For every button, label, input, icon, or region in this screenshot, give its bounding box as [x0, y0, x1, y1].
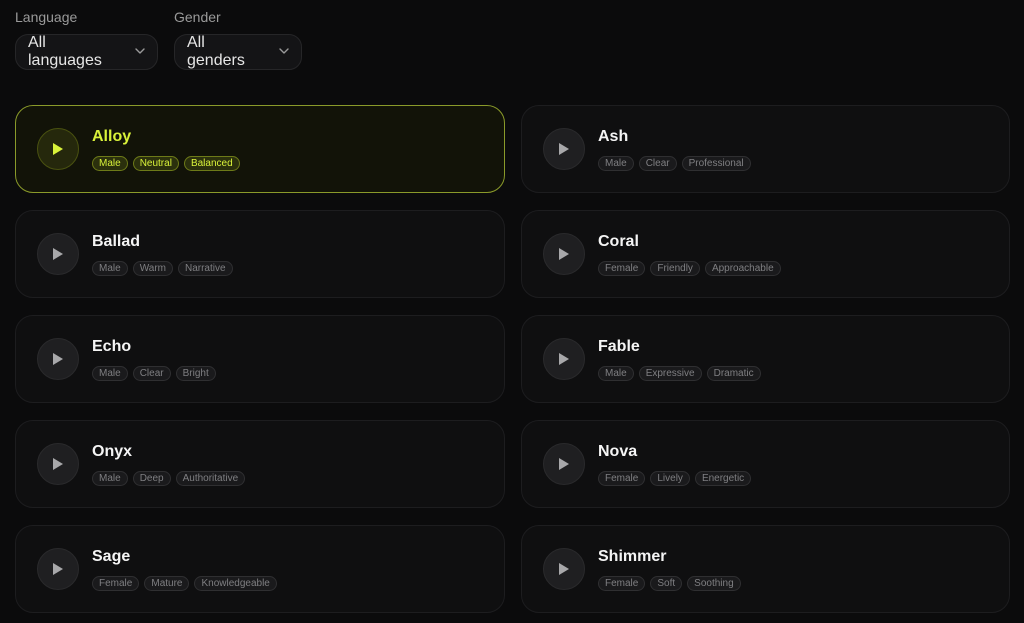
voice-tag: Expressive	[638, 366, 702, 381]
voice-name: Ballad	[92, 233, 141, 250]
voice-tag: Soft	[650, 576, 683, 591]
voice-tags: Female Lively Energetic	[598, 471, 752, 486]
play-icon	[559, 143, 569, 155]
voice-tag: Female	[598, 471, 646, 486]
chevron-down-icon	[279, 48, 289, 56]
voice-name: Onyx	[92, 443, 133, 460]
voice-tag: Clear	[132, 366, 171, 381]
play-icon	[559, 563, 569, 575]
voice-card[interactable]: Onyx Male Deep Authoritative	[15, 420, 505, 508]
voice-tags: Female Friendly Approachable	[598, 261, 781, 276]
voice-card[interactable]: Fable Male Expressive Dramatic	[521, 315, 1010, 403]
voice-name: Shimmer	[598, 548, 667, 565]
voice-tags: Male Neutral Balanced	[92, 156, 240, 171]
play-icon	[559, 248, 569, 260]
voice-tag: Clear	[638, 156, 677, 171]
voice-name: Ash	[598, 128, 629, 145]
play-icon	[53, 248, 63, 260]
voice-tags: Male Expressive Dramatic	[598, 366, 761, 381]
play-button[interactable]	[37, 233, 79, 275]
voice-tag: Narrative	[177, 261, 233, 276]
filters-bar: Language All languages Gender All gender…	[15, 8, 302, 70]
voice-card[interactable]: Echo Male Clear Bright	[15, 315, 505, 403]
voice-grid: Alloy Male Neutral Balanced Ash Male Clear Prof…	[15, 105, 1010, 613]
gender-filter: Gender All genders	[174, 8, 302, 70]
voice-tag: Friendly	[650, 261, 700, 276]
voice-tag: Authoritative	[175, 471, 246, 486]
voice-tags: Male Clear Bright	[92, 366, 216, 381]
gender-filter-label: Gender	[174, 9, 221, 25]
voice-tags: Female Soft Soothing	[598, 576, 741, 591]
voice-tag: Male	[598, 366, 634, 381]
voice-tag: Approachable	[704, 261, 781, 276]
play-icon	[53, 458, 63, 470]
voice-tags: Male Clear Professional	[598, 156, 751, 171]
voice-tag: Bright	[175, 366, 216, 381]
voice-tag: Warm	[132, 261, 173, 276]
voice-tag: Knowledgeable	[194, 576, 277, 591]
play-icon	[559, 353, 569, 365]
voice-card[interactable]: Nova Female Lively Energetic	[521, 420, 1010, 508]
voice-tags: Male Warm Narrative	[92, 261, 233, 276]
voice-name: Sage	[92, 548, 131, 565]
voice-tag: Professional	[681, 156, 751, 171]
voice-tag: Lively	[650, 471, 690, 486]
play-button[interactable]	[37, 548, 79, 590]
voice-card[interactable]: Ash Male Clear Professional	[521, 105, 1010, 193]
voice-card[interactable]: Coral Female Friendly Approachable	[521, 210, 1010, 298]
voice-card[interactable]: Ballad Male Warm Narrative	[15, 210, 505, 298]
play-button[interactable]	[543, 338, 585, 380]
language-filter-label: Language	[15, 9, 78, 25]
play-icon	[559, 458, 569, 470]
voice-card[interactable]: Sage Female Mature Knowledgeable	[15, 525, 505, 613]
voice-tags: Male Deep Authoritative	[92, 471, 246, 486]
voice-tag: Neutral	[132, 156, 179, 171]
voice-name: Echo	[92, 338, 132, 355]
voice-tag: Male	[92, 471, 128, 486]
play-button[interactable]	[543, 548, 585, 590]
voice-tag: Dramatic	[706, 366, 761, 381]
play-button[interactable]	[37, 443, 79, 485]
play-button[interactable]	[37, 338, 79, 380]
voice-name: Fable	[598, 338, 640, 355]
voice-name: Nova	[598, 443, 638, 460]
voice-tag: Male	[598, 156, 634, 171]
play-button[interactable]	[543, 128, 585, 170]
voice-tag: Female	[598, 576, 646, 591]
voice-tag: Balanced	[183, 156, 240, 171]
voice-tags: Female Mature Knowledgeable	[92, 576, 277, 591]
voice-card[interactable]: Alloy Male Neutral Balanced	[15, 105, 505, 193]
voice-name: Alloy	[92, 128, 132, 145]
voice-tag: Deep	[132, 471, 171, 486]
voice-tag: Energetic	[694, 471, 752, 486]
play-button[interactable]	[37, 128, 79, 170]
voice-tag: Male	[92, 261, 128, 276]
play-icon	[53, 563, 63, 575]
gender-select-value: All genders	[187, 34, 245, 69]
voice-tag: Male	[92, 366, 128, 381]
language-filter: Language All languages	[15, 8, 158, 70]
voice-card[interactable]: Shimmer Female Soft Soothing	[521, 525, 1010, 613]
chevron-down-icon	[135, 48, 145, 56]
language-select[interactable]: All languages	[15, 34, 158, 70]
play-icon	[53, 143, 63, 155]
voice-tag: Soothing	[687, 576, 741, 591]
voice-tag: Mature	[144, 576, 190, 591]
play-icon	[53, 353, 63, 365]
voice-tag: Female	[598, 261, 646, 276]
language-select-value: All languages	[28, 34, 102, 69]
voice-name: Coral	[598, 233, 639, 250]
gender-select[interactable]: All genders	[174, 34, 302, 70]
voice-tag: Female	[92, 576, 140, 591]
voice-tag: Male	[92, 156, 128, 171]
play-button[interactable]	[543, 233, 585, 275]
play-button[interactable]	[543, 443, 585, 485]
